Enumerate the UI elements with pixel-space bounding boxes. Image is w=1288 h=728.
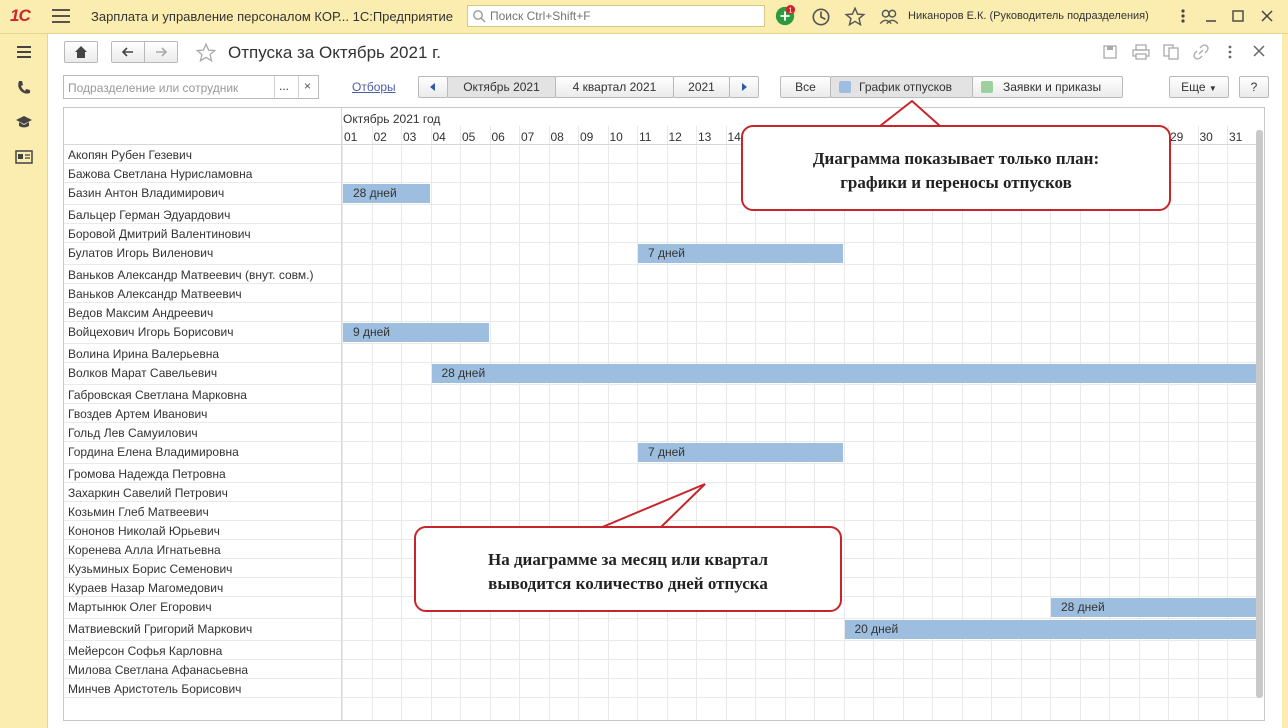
callout-days-line-2: выводится количество дней отпуска <box>488 574 768 593</box>
callout-plan-only: Диаграмма показывает только план: график… <box>741 125 1171 211</box>
callout-pointers <box>599 99 941 529</box>
callout-plan-line-1: Диаграмма показывает только план: <box>812 149 1100 168</box>
top-callout-pointer <box>879 99 941 127</box>
callout-plan-line-2: графики и переносы отпусков <box>840 173 1072 192</box>
callout-days-count: На диаграмме за месяц или квартал выводи… <box>414 526 842 612</box>
bottom-callout-pointer <box>599 483 706 529</box>
callout-days-line-1: На диаграмме за месяц или квартал <box>487 550 769 569</box>
